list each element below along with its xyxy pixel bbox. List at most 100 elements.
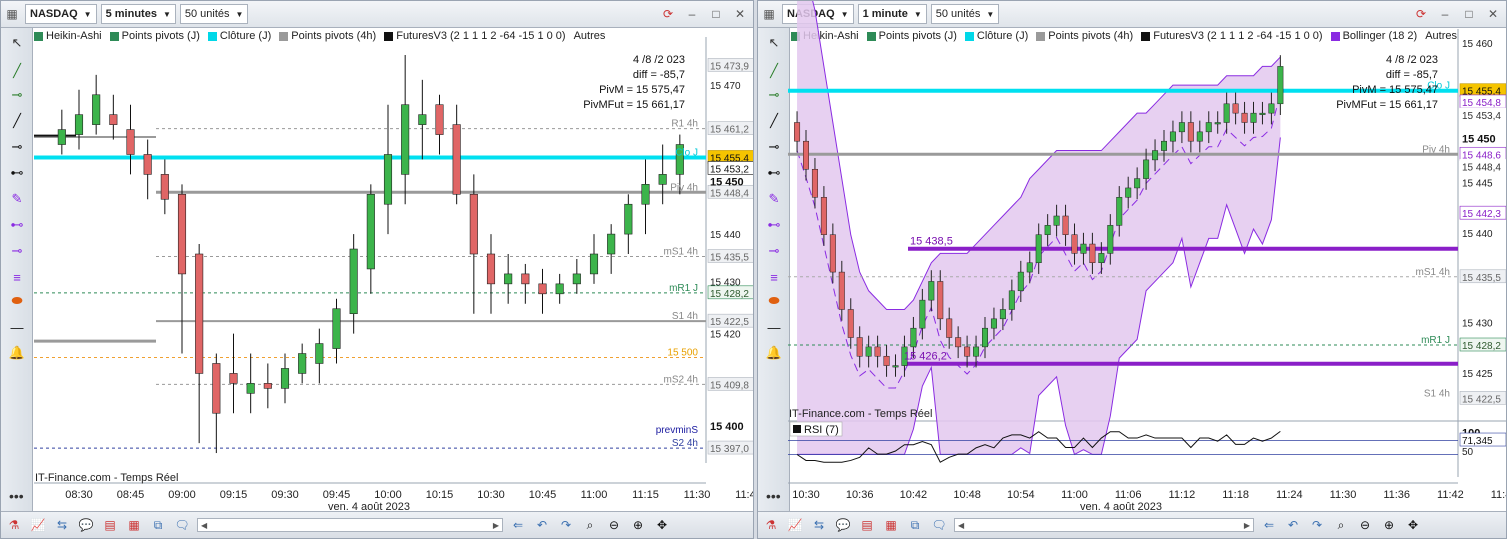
chat-icon[interactable]: 🗨 [930, 516, 948, 534]
candle-body [383, 154, 393, 205]
candle-body [1089, 243, 1096, 263]
candle-body [1232, 103, 1239, 114]
zoom-out-icon[interactable]: ⊖ [605, 516, 623, 534]
candle-body [1223, 103, 1230, 123]
table-icon[interactable]: ▦ [882, 516, 900, 534]
scroll-left-icon[interactable]: ◀ [958, 521, 964, 530]
window-icon[interactable]: ⧉ [906, 516, 924, 534]
data-source-label: IT-Finance.com - Temps Réel [35, 472, 179, 484]
candle-body [435, 104, 444, 135]
chart-type-icon[interactable]: 📈 [786, 516, 804, 534]
candle-body [803, 140, 809, 170]
undo-icon[interactable]: ↶ [533, 516, 551, 534]
pan-icon[interactable]: ✥ [1404, 516, 1422, 534]
logo-icon[interactable]: ⚗ [762, 516, 780, 534]
candle-body [195, 253, 204, 374]
redo-icon[interactable]: ↷ [1308, 516, 1326, 534]
time-tick-label: 10:36 [846, 489, 874, 501]
table-icon[interactable]: ▦ [125, 516, 143, 534]
price-tick-label: 15 430 [1462, 319, 1493, 330]
info-pivmfut: PivMFut = 15 661,17 [583, 99, 685, 111]
list-icon[interactable]: ▤ [858, 516, 876, 534]
info-pivm: PivM = 15 575,47 [1352, 84, 1438, 96]
price-tag-label: 15 442,3 [1462, 209, 1501, 220]
horizontal-scrollbar[interactable]: ◀ ▶ [954, 518, 1254, 532]
chat-icon[interactable]: 🗨 [173, 516, 191, 534]
price-tick-label: 15 445 [1462, 178, 1493, 189]
candle-body [874, 346, 881, 357]
level-name-label: Clo J [675, 147, 698, 158]
candle-body [1107, 225, 1114, 254]
horizontal-scrollbar[interactable]: ◀ ▶ [197, 518, 503, 532]
price-tick-label: 15 440 [1462, 229, 1493, 240]
candle-body [1277, 66, 1284, 105]
time-tick-label: 10:42 [900, 489, 928, 501]
candle-body [1241, 112, 1248, 123]
level-name-label: mS2 4h [664, 374, 698, 385]
price-tag-label: 15 397,0 [710, 444, 749, 455]
time-tick-label: 11:18 [1222, 489, 1249, 501]
time-tick-label: 11:45 [735, 489, 754, 501]
candle-body [92, 94, 101, 125]
candle-body [1044, 225, 1051, 235]
candle-body [928, 281, 935, 301]
pan-icon[interactable]: ✥ [653, 516, 671, 534]
rsi-swatch [793, 425, 801, 433]
candle-body [820, 197, 827, 235]
rsi-value-label: 71,345 [1462, 436, 1493, 447]
chart-pane-right: ▦ NASDAQ▼ 1 minute▼ 50 unités▼ ⟳ – □ ✕ ↖… [757, 0, 1507, 539]
time-tick-label: 11:36 [1383, 489, 1410, 501]
price-tick-label: 15 430 [710, 277, 741, 288]
level-name-label: S1 4h [1424, 388, 1450, 399]
candle-body [811, 168, 818, 198]
time-tick-label: 11:30 [684, 489, 711, 501]
chart-type-icon[interactable]: 📈 [29, 516, 47, 534]
share-icon[interactable]: ⇆ [53, 516, 71, 534]
zoom-fit-icon[interactable]: ⌕ [581, 516, 599, 534]
window-icon[interactable]: ⧉ [149, 516, 167, 534]
comment-icon[interactable]: 💬 [77, 516, 95, 534]
scroll-right-icon[interactable]: ▶ [493, 521, 499, 530]
zoom-in-icon[interactable]: ⊕ [1380, 516, 1398, 534]
redo-icon[interactable]: ↷ [557, 516, 575, 534]
list-icon[interactable]: ▤ [101, 516, 119, 534]
scroll-left-icon[interactable]: ◀ [201, 521, 207, 530]
undo-icon[interactable]: ↶ [1284, 516, 1302, 534]
logo-icon[interactable]: ⚗ [5, 516, 23, 534]
candle-body [1098, 253, 1105, 263]
time-tick-label: 11:00 [1061, 489, 1088, 501]
price-tag-label: 15 473,9 [710, 61, 749, 72]
price-tag-label: 15 461,2 [710, 125, 749, 136]
back-icon[interactable]: ⇐ [509, 516, 527, 534]
level-name-label: mS1 4h [664, 246, 698, 257]
info-box: 4 /8 /2 023 diff = -85,7 PivM = 15 575,4… [1336, 53, 1438, 113]
back-icon[interactable]: ⇐ [1260, 516, 1278, 534]
candle-body [555, 283, 564, 295]
zoom-out-icon[interactable]: ⊖ [1356, 516, 1374, 534]
candle-body [919, 299, 926, 329]
price-tag-label: 15 422,5 [1462, 394, 1501, 405]
candle-body [246, 383, 255, 394]
candle-body [892, 365, 899, 368]
zoom-in-icon[interactable]: ⊕ [629, 516, 647, 534]
level-name-label: Piv 4h [670, 182, 698, 193]
level-name-label: R1 4h [671, 119, 698, 130]
candle-body [263, 383, 272, 389]
time-tick-label: 09:00 [168, 489, 196, 501]
time-tick-label: 11:00 [581, 489, 608, 501]
price-tick-label: 15 420 [710, 330, 741, 341]
scroll-right-icon[interactable]: ▶ [1244, 521, 1250, 530]
zoom-fit-icon[interactable]: ⌕ [1332, 516, 1350, 534]
level-name-label: mS1 4h [1416, 267, 1450, 278]
candle-body [838, 271, 845, 310]
info-diff: diff = -85,7 [1385, 69, 1438, 81]
candle-body [1134, 178, 1141, 189]
price-tick-label: 15 450 [1462, 133, 1496, 145]
info-box: 4 /8 /2 023 diff = -85,7 PivM = 15 575,4… [583, 53, 685, 113]
comment-icon[interactable]: 💬 [834, 516, 852, 534]
share-icon[interactable]: ⇆ [810, 516, 828, 534]
price-tick-label: 15 440 [710, 230, 741, 241]
candle-body [1178, 122, 1185, 133]
candle-body [589, 253, 599, 275]
price-tag-label: 15 428,2 [710, 289, 749, 300]
